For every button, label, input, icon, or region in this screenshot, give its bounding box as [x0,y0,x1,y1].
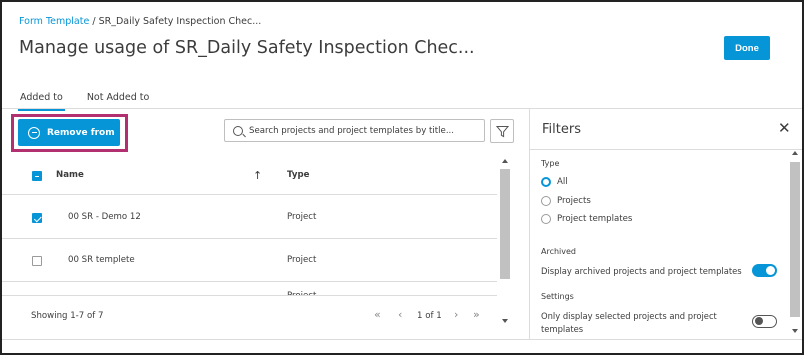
remove-from-label: Remove from [47,127,115,138]
table-footer: Showing 1-7 of 7 « ‹ 1 of 1 › » [2,295,497,325]
scrollbar-thumb[interactable] [790,162,800,317]
tab-added-to[interactable]: Added to [18,90,65,111]
filter-settings-label: Settings [541,292,574,301]
toggle-knob [754,316,763,325]
radio-projects[interactable] [541,196,551,206]
page-indicator: 1 of 1 [417,311,442,321]
filters-divider [530,149,802,150]
radio-projects-label[interactable]: Projects [557,196,591,206]
next-page-icon[interactable]: › [454,308,458,321]
usage-list-pane: Remove from Name ↑ Type 00 SR - Demo 12 … [2,109,529,339]
app-window: Form Template / SR_Daily Safety Inspecti… [0,0,804,355]
first-page-icon[interactable]: « [374,308,381,321]
scroll-up-icon[interactable] [502,159,508,163]
radio-all[interactable] [541,177,551,187]
funnel-icon [495,125,509,137]
filters-title: Filters [542,122,581,137]
remove-from-button[interactable]: Remove from [18,119,120,146]
breadcrumb-current: SR_Daily Safety Inspection Chec... [98,16,262,27]
previous-page-icon[interactable]: ‹ [398,308,402,321]
filter-button[interactable] [490,119,514,143]
table-row[interactable]: Project [2,282,497,295]
breadcrumb-separator: / [89,16,99,27]
table-row[interactable]: 00 SR - Demo 12 Project [2,196,497,239]
archived-toggle-label: Display archived projects and project te… [541,266,742,276]
row-type: Project [287,212,317,222]
settings-toggle-label-line2: templates [541,324,584,334]
archived-toggle[interactable] [752,264,777,277]
scroll-up-icon[interactable] [792,151,798,155]
radio-project-templates-label[interactable]: Project templates [557,214,632,224]
scroll-down-icon[interactable] [502,319,508,323]
scrollbar-thumb[interactable] [500,169,510,279]
filter-type-label: Type [541,159,560,168]
search-icon [233,125,243,136]
select-all-checkbox[interactable] [32,171,42,181]
selected-only-toggle[interactable] [752,315,777,328]
page-title: Manage usage of SR_Daily Safety Inspecti… [19,38,475,58]
filter-archived-label: Archived [541,247,577,256]
radio-all-label[interactable]: All [557,177,568,187]
row-checkbox[interactable] [32,213,42,223]
bottom-divider [2,339,802,340]
tab-not-added-to[interactable]: Not Added to [85,90,152,108]
filters-panel: Filters ✕ Type All Projects Project temp… [529,109,802,339]
settings-toggle-label-line1: Only display selected projects and proje… [541,311,717,321]
row-name: 00 SR - Demo 12 [68,212,141,222]
tab-bar: Added to Not Added to [18,90,171,111]
search-input[interactable] [249,125,474,136]
last-page-icon[interactable]: » [473,308,480,321]
close-icon[interactable]: ✕ [778,121,791,136]
breadcrumb-link-form-template[interactable]: Form Template [19,16,89,27]
table-scrollbar[interactable] [499,157,511,327]
table-row[interactable]: 00 SR templete Project [2,239,497,282]
breadcrumb: Form Template / SR_Daily Safety Inspecti… [19,16,261,27]
row-checkbox[interactable] [32,256,42,266]
sort-ascending-icon[interactable]: ↑ [253,169,262,182]
done-button[interactable]: Done [724,36,770,60]
filters-scrollbar[interactable] [789,149,801,337]
scroll-down-icon[interactable] [792,329,798,333]
row-name: 00 SR templete [68,255,135,265]
column-header-type[interactable]: Type [287,170,309,180]
minus-circle-icon [28,126,40,139]
table-header: Name ↑ Type [2,157,497,195]
row-type: Project [287,255,317,265]
showing-count: Showing 1-7 of 7 [31,311,104,321]
radio-project-templates[interactable] [541,214,551,224]
search-box[interactable] [224,119,485,142]
toggle-knob [766,266,775,275]
column-header-name[interactable]: Name [56,170,84,180]
